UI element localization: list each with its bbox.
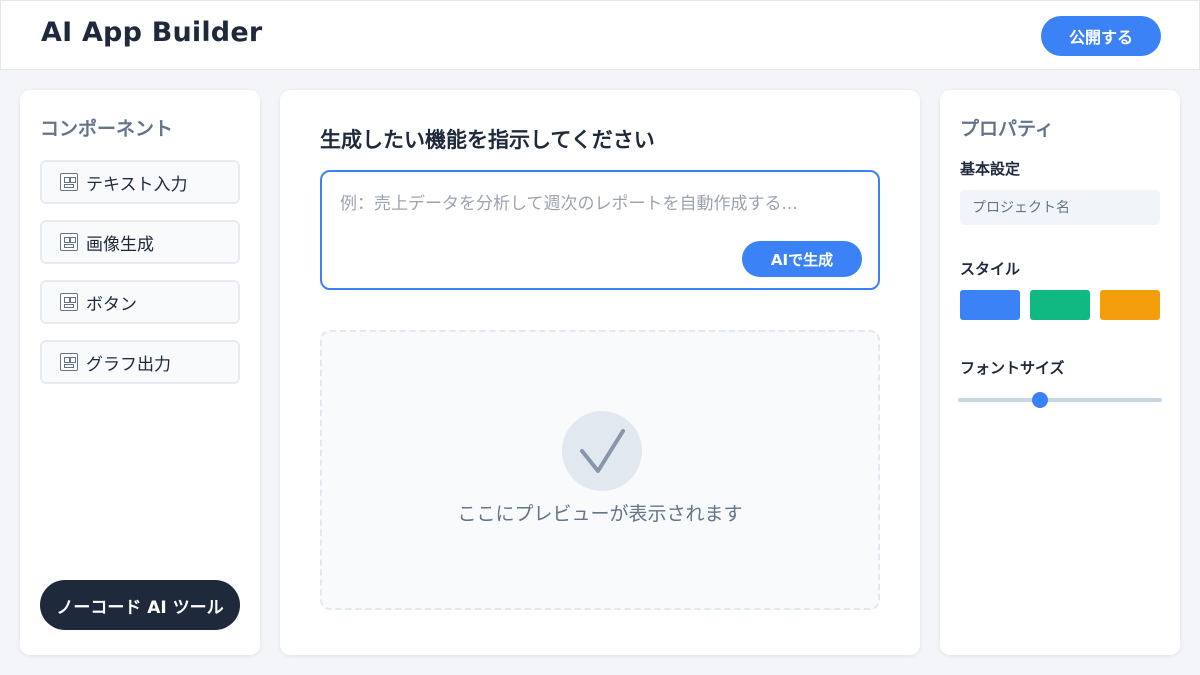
- properties-panel: プロパティ 基本設定 スタイル フォントサイズ: [940, 90, 1180, 655]
- component-icon: [60, 353, 78, 371]
- font-size-label: フォントサイズ: [960, 359, 1065, 377]
- publish-button[interactable]: 公開する: [1041, 16, 1161, 56]
- component-icon: [60, 233, 78, 251]
- checkmark-icon: [562, 411, 642, 491]
- nocode-badge: ノーコード AI ツール: [40, 580, 240, 630]
- color-swatch-blue[interactable]: [960, 290, 1020, 320]
- component-item-graph-output[interactable]: グラフ出力: [40, 340, 240, 384]
- project-name-input[interactable]: [960, 190, 1160, 225]
- color-swatch-orange[interactable]: [1100, 290, 1160, 320]
- component-icon: [60, 173, 78, 191]
- component-item-label: グラフ出力: [86, 354, 171, 375]
- font-size-slider-thumb[interactable]: [1031, 392, 1048, 408]
- component-item-label: 画像生成: [86, 234, 154, 255]
- prompt-input[interactable]: [340, 190, 860, 218]
- style-label: スタイル: [960, 260, 1021, 278]
- components-heading: コンポーネント: [40, 118, 174, 140]
- component-item-image-generation[interactable]: 画像生成: [40, 220, 240, 264]
- color-swatch-green[interactable]: [1030, 290, 1090, 320]
- preview-area: ここにプレビューが表示されます: [320, 330, 880, 610]
- component-item-text-input[interactable]: テキスト入力: [40, 160, 240, 204]
- app-title: AI App Builder: [41, 17, 263, 48]
- editor-panel: 生成したい機能を指示してください AIで生成 ここにプレビューが表示されます: [280, 90, 920, 655]
- font-size-slider[interactable]: [958, 392, 1162, 408]
- basic-settings-label: 基本設定: [960, 160, 1021, 178]
- component-icon: [60, 293, 78, 311]
- prompt-box: AIで生成: [320, 170, 880, 290]
- component-item-label: ボタン: [86, 294, 137, 315]
- components-panel: コンポーネント テキスト入力 画像生成 ボタン グラフ出力 ノーコード AI ツ…: [20, 90, 260, 655]
- component-item-button[interactable]: ボタン: [40, 280, 240, 324]
- generate-button[interactable]: AIで生成: [742, 241, 862, 277]
- preview-placeholder-text: ここにプレビューが表示されます: [457, 503, 743, 525]
- component-item-label: テキスト入力: [86, 174, 188, 195]
- properties-heading: プロパティ: [960, 118, 1054, 140]
- app-header: AI App Builder 公開する: [0, 0, 1200, 70]
- prompt-heading: 生成したい機能を指示してください: [320, 128, 655, 152]
